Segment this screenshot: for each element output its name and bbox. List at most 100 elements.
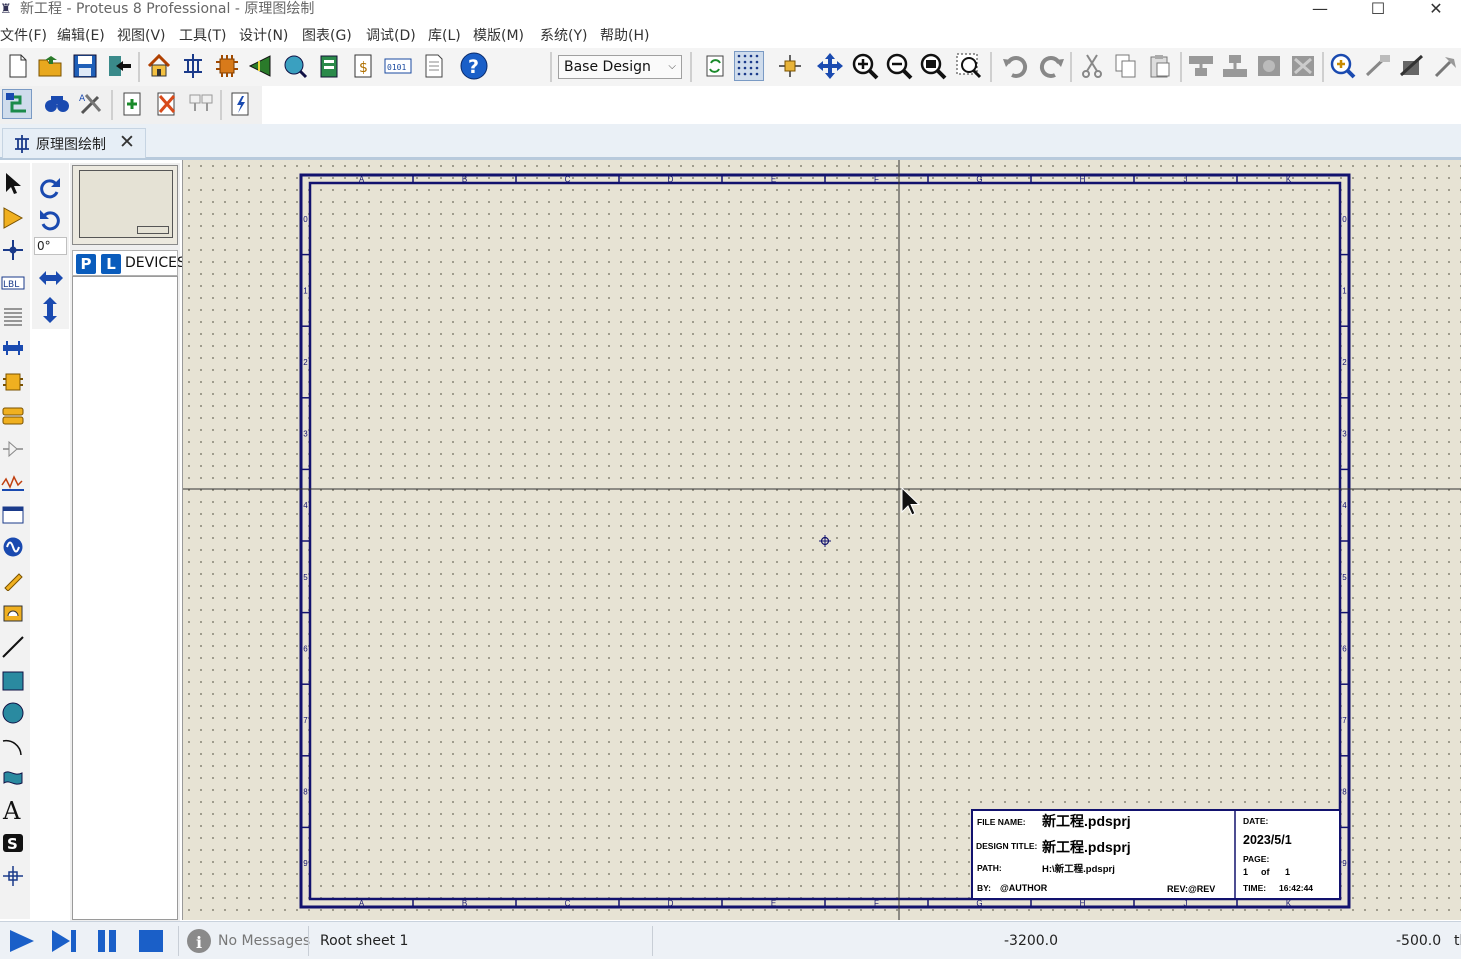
minimize-button[interactable]: — [1297,0,1343,20]
2d-arc-icon[interactable] [0,733,26,759]
device-list[interactable] [72,276,178,920]
search-component-icon[interactable] [42,89,72,119]
terminals-icon[interactable] [0,403,26,429]
zoom-in-icon[interactable] [850,51,880,81]
new-sheet-icon[interactable] [118,89,148,119]
info-icon[interactable]: i [186,928,212,958]
2d-line-icon[interactable] [0,634,26,660]
maximize-button[interactable]: ☐ [1355,0,1401,20]
buses-icon[interactable] [0,335,26,361]
2d-symbol-icon[interactable]: S [0,830,26,856]
origin-icon[interactable] [775,51,805,81]
column-label-top: C [565,175,571,184]
schematic-icon[interactable] [178,51,208,81]
paste-icon[interactable] [1145,51,1175,81]
menu-view[interactable]: 视图(V) [117,26,166,46]
rotate-anticlockwise-icon[interactable] [37,207,63,233]
design-selector-dropdown[interactable]: Base Design ⌵ [558,55,682,79]
grid-toggle-icon[interactable] [734,51,764,81]
mirror-horizontal-icon[interactable] [37,265,63,291]
svg-text:A: A [79,94,86,104]
exit-to-parent-icon[interactable] [186,89,216,119]
graph-mode-icon[interactable] [0,469,26,495]
play-simulation-icon[interactable] [7,928,37,958]
pick-devices-button[interactable]: P [76,254,96,274]
home-icon[interactable] [144,51,174,81]
wire-autorouter-icon[interactable] [2,89,32,119]
2d-text-icon[interactable]: A [0,797,26,823]
stop-simulation-icon[interactable] [137,928,165,958]
block-rotate-icon[interactable] [1254,51,1284,81]
tab-close-icon[interactable]: ✕ [119,131,135,153]
source-code-icon[interactable]: 0101 [383,51,413,81]
menu-design[interactable]: 设计(N) [239,26,288,46]
step-simulation-icon[interactable] [50,928,80,958]
column-label-top: G [976,175,982,184]
refresh-icon[interactable] [700,51,730,81]
pick-device-icon[interactable] [1328,51,1358,81]
block-move-icon[interactable] [1220,51,1250,81]
schematic-editing-window[interactable]: A A B B C C D D E E F F G G H H J J K K 0 0 1 1 2 2 3 3 4 4 5 5 6 6 7 7 8 8 9… [182,160,1461,920]
menu-tools[interactable]: 工具(T) [179,26,226,46]
copy-icon[interactable] [1111,51,1141,81]
wire-label-icon[interactable]: LBL [0,270,26,296]
open-folder-icon[interactable] [36,51,66,81]
selection-mode-icon[interactable] [0,171,26,197]
2d-box-icon[interactable] [0,668,26,694]
bill-of-materials-icon[interactable]: $ [348,51,378,81]
component-mode-icon[interactable] [0,205,26,231]
menu-file[interactable]: 文件(F) [0,26,47,46]
new-file-icon[interactable] [3,51,33,81]
pcb-layout-icon[interactable] [212,51,242,81]
2d-circle-icon[interactable] [0,700,26,726]
menu-template[interactable]: 模版(M) [473,26,524,46]
close-window-button[interactable]: ✕ [1413,0,1459,20]
remove-sheet-icon[interactable] [152,89,182,119]
menu-system[interactable]: 系统(Y) [540,26,587,46]
text-script-icon[interactable] [0,303,26,329]
property-assignment-icon[interactable]: A [77,89,107,119]
packaging-tool-icon[interactable] [1397,51,1427,81]
overview-window[interactable] [72,165,178,245]
menu-help[interactable]: 帮助(H) [600,26,649,46]
tape-recorder-icon[interactable] [0,502,26,528]
notes-icon[interactable] [419,51,449,81]
2d-markers-icon[interactable] [0,863,26,889]
gerber-viewer-icon[interactable] [280,51,310,81]
block-copy-icon[interactable] [1186,51,1216,81]
undo-icon[interactable] [1001,51,1031,81]
generator-mode-icon[interactable] [0,534,26,560]
junction-dot-icon[interactable] [0,237,26,263]
save-icon[interactable] [70,51,100,81]
mirror-vertical-icon[interactable] [37,297,63,323]
zoom-all-icon[interactable] [918,51,948,81]
virtual-instruments-icon[interactable] [0,600,26,626]
zoom-area-icon[interactable] [954,51,984,81]
redo-icon[interactable] [1036,51,1066,81]
menu-library[interactable]: 库(L) [428,26,461,46]
menu-edit[interactable]: 编辑(E) [57,26,105,46]
pan-icon[interactable] [815,51,845,81]
2d-path-icon[interactable] [0,765,26,791]
rotate-clockwise-icon[interactable] [37,175,63,201]
make-device-icon[interactable] [1363,51,1393,81]
author-value: @AUTHOR [1000,883,1048,893]
menu-graph[interactable]: 图表(G) [302,26,352,46]
close-project-icon[interactable] [104,51,134,81]
help-icon[interactable]: ? [459,51,489,81]
design-explorer-icon[interactable] [314,51,344,81]
voltage-probe-icon[interactable] [0,567,26,593]
pause-simulation-icon[interactable] [95,928,121,958]
zoom-out-icon[interactable] [884,51,914,81]
menu-debug[interactable]: 调试(D) [366,26,416,46]
3d-viewer-icon[interactable] [246,51,276,81]
block-delete-icon[interactable] [1288,51,1318,81]
electrical-rule-check-icon[interactable] [226,89,256,119]
device-pins-icon[interactable] [0,436,26,462]
cut-icon[interactable] [1077,51,1107,81]
rotation-angle-input[interactable]: 0° [34,237,67,255]
library-manager-button[interactable]: L [101,254,121,274]
tab-schematic-capture[interactable]: 原理图绘制 ✕ [2,128,146,158]
subcircuit-icon[interactable] [0,369,26,395]
decompose-icon[interactable] [1431,51,1461,81]
